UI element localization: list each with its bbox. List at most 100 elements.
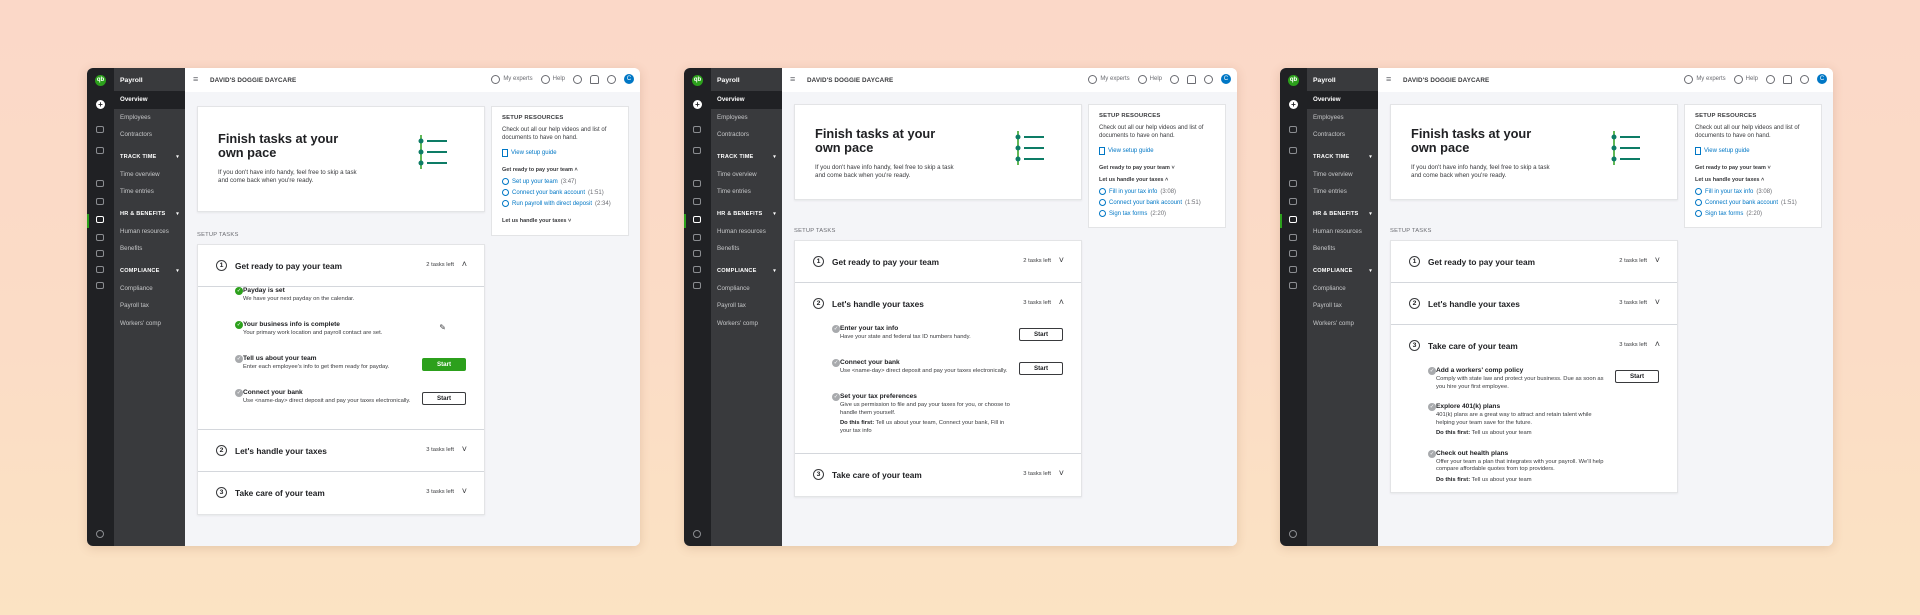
nav-section-track-time[interactable]: TRACK TIME ▾	[1307, 144, 1378, 166]
home-icon[interactable]	[693, 126, 701, 133]
nav-section-hr-benefits[interactable]: HR & BENEFITS ▾	[711, 201, 782, 223]
hamburger-icon[interactable]: ≡	[790, 75, 795, 84]
help-circle-icon[interactable]	[96, 530, 104, 538]
feed-icon[interactable]	[1289, 147, 1297, 154]
accounting-icon[interactable]	[96, 266, 104, 273]
apps-icon[interactable]	[693, 282, 701, 289]
section-header-pay[interactable]: 1 Get ready to pay your team 2 tasks left ˅	[1391, 241, 1677, 283]
start-button[interactable]: Start	[1019, 362, 1063, 375]
group-toggle-taxes[interactable]: Let us handle your taxes ˄	[1099, 174, 1215, 186]
feed-icon[interactable]	[96, 147, 104, 154]
nav-benefits[interactable]: Benefits	[114, 240, 185, 258]
nav-section-compliance[interactable]: COMPLIANCE ▾	[711, 258, 782, 280]
apps-icon[interactable]	[96, 282, 104, 289]
payroll-icon[interactable]	[693, 216, 701, 223]
create-new-icon[interactable]: +	[693, 100, 702, 109]
hamburger-icon[interactable]: ≡	[193, 75, 198, 84]
nav-payroll-tax[interactable]: Payroll tax	[711, 297, 782, 315]
section-header-taxes[interactable]: 2 Let's handle your taxes 3 tasks left ˄	[795, 283, 1081, 325]
nav-human-resources[interactable]: Human resources	[1307, 223, 1378, 241]
video-link[interactable]: Sign tax forms (2:20)	[1695, 208, 1811, 219]
nav-payroll-tax[interactable]: Payroll tax	[114, 297, 185, 315]
quickbooks-logo-icon[interactable]: qb	[1288, 75, 1299, 86]
nav-workers-comp[interactable]: Workers' comp	[711, 315, 782, 333]
reports-icon[interactable]	[96, 234, 104, 241]
help-link[interactable]: Help	[1733, 74, 1758, 84]
nav-compliance[interactable]: Compliance	[114, 280, 185, 298]
video-link[interactable]: Fill in your tax info (3:08)	[1695, 186, 1811, 197]
avatar[interactable]: C	[1221, 74, 1231, 84]
nav-benefits[interactable]: Benefits	[1307, 240, 1378, 258]
nav-compliance[interactable]: Compliance	[1307, 280, 1378, 298]
home-icon[interactable]	[96, 126, 104, 133]
search-icon[interactable]	[573, 74, 582, 84]
create-new-icon[interactable]: +	[96, 100, 105, 109]
video-link[interactable]: Connect your bank account (1:51)	[1099, 197, 1215, 208]
nav-employees[interactable]: Employees	[114, 109, 185, 127]
nav-workers-comp[interactable]: Workers' comp	[1307, 315, 1378, 333]
taxes-icon[interactable]	[96, 250, 104, 257]
nav-employees[interactable]: Employees	[711, 109, 782, 127]
group-toggle-taxes[interactable]: Let us handle your taxes ˅	[502, 215, 618, 227]
nav-section-track-time[interactable]: TRACK TIME ▾	[114, 144, 185, 166]
section-header-pay[interactable]: 1 Get ready to pay your team 2 tasks left ˅	[795, 241, 1081, 283]
nav-time-overview[interactable]: Time overview	[114, 166, 185, 184]
nav-contractors[interactable]: Contractors	[711, 126, 782, 144]
hamburger-icon[interactable]: ≡	[1386, 75, 1391, 84]
group-toggle-pay[interactable]: Get ready to pay your team ˅	[1695, 162, 1811, 174]
bell-icon[interactable]	[1783, 74, 1792, 84]
my-experts-link[interactable]: My experts	[491, 74, 533, 84]
nav-time-entries[interactable]: Time entries	[114, 183, 185, 201]
nav-compliance[interactable]: Compliance	[711, 280, 782, 298]
quickbooks-logo-icon[interactable]: qb	[95, 75, 106, 86]
group-toggle-taxes[interactable]: Let us handle your taxes ˄	[1695, 174, 1811, 186]
video-link[interactable]: Set up your team (3:47)	[502, 176, 618, 187]
bell-icon[interactable]	[590, 74, 599, 84]
view-setup-guide-link[interactable]: View setup guide	[1695, 145, 1811, 156]
section-header-taxes[interactable]: 2 Let's handle your taxes 3 tasks left ˅	[198, 430, 484, 472]
nav-payroll-tax[interactable]: Payroll tax	[1307, 297, 1378, 315]
nav-contractors[interactable]: Contractors	[1307, 126, 1378, 144]
group-toggle-pay[interactable]: Get ready to pay your team ˅	[1099, 162, 1215, 174]
search-icon[interactable]	[1766, 74, 1775, 84]
reports-icon[interactable]	[693, 234, 701, 241]
feed-icon[interactable]	[693, 147, 701, 154]
avatar[interactable]: C	[1817, 74, 1827, 84]
avatar[interactable]: C	[624, 74, 634, 84]
my-experts-link[interactable]: My experts	[1684, 74, 1726, 84]
accounting-icon[interactable]	[693, 266, 701, 273]
gear-icon[interactable]	[607, 74, 616, 84]
nav-contractors[interactable]: Contractors	[114, 126, 185, 144]
gear-icon[interactable]	[1204, 74, 1213, 84]
expenses-icon[interactable]	[1289, 198, 1297, 205]
section-header-taxes[interactable]: 2 Let's handle your taxes 3 tasks left ˅	[1391, 283, 1677, 325]
start-button[interactable]: Start	[1019, 328, 1063, 341]
nav-section-track-time[interactable]: TRACK TIME ▾	[711, 144, 782, 166]
taxes-icon[interactable]	[693, 250, 701, 257]
my-experts-link[interactable]: My experts	[1088, 74, 1130, 84]
help-link[interactable]: Help	[540, 74, 565, 84]
pencil-icon[interactable]: ✎	[439, 323, 446, 332]
video-link[interactable]: Run payroll with direct deposit (2:34)	[502, 198, 618, 209]
sales-icon[interactable]	[96, 180, 104, 187]
search-icon[interactable]	[1170, 74, 1179, 84]
accounting-icon[interactable]	[1289, 266, 1297, 273]
gear-icon[interactable]	[1800, 74, 1809, 84]
video-link[interactable]: Connect your bank account (1:51)	[502, 187, 618, 198]
nav-section-hr-benefits[interactable]: HR & BENEFITS ▾	[114, 201, 185, 223]
start-button[interactable]: Start	[1615, 370, 1659, 383]
taxes-icon[interactable]	[1289, 250, 1297, 257]
nav-human-resources[interactable]: Human resources	[114, 223, 185, 241]
help-circle-icon[interactable]	[1289, 530, 1297, 538]
help-circle-icon[interactable]	[693, 530, 701, 538]
view-setup-guide-link[interactable]: View setup guide	[502, 147, 618, 158]
quickbooks-logo-icon[interactable]: qb	[692, 75, 703, 86]
start-button[interactable]: Start	[422, 358, 466, 371]
nav-workers-comp[interactable]: Workers' comp	[114, 315, 185, 333]
expenses-icon[interactable]	[96, 198, 104, 205]
nav-section-hr-benefits[interactable]: HR & BENEFITS ▾	[1307, 201, 1378, 223]
section-header-care[interactable]: 3 Take care of your team 3 tasks left ˅	[795, 454, 1081, 496]
sales-icon[interactable]	[1289, 180, 1297, 187]
section-header-care[interactable]: 3 Take care of your team 3 tasks left ˄	[1391, 325, 1677, 367]
nav-overview[interactable]: Overview	[114, 91, 185, 109]
